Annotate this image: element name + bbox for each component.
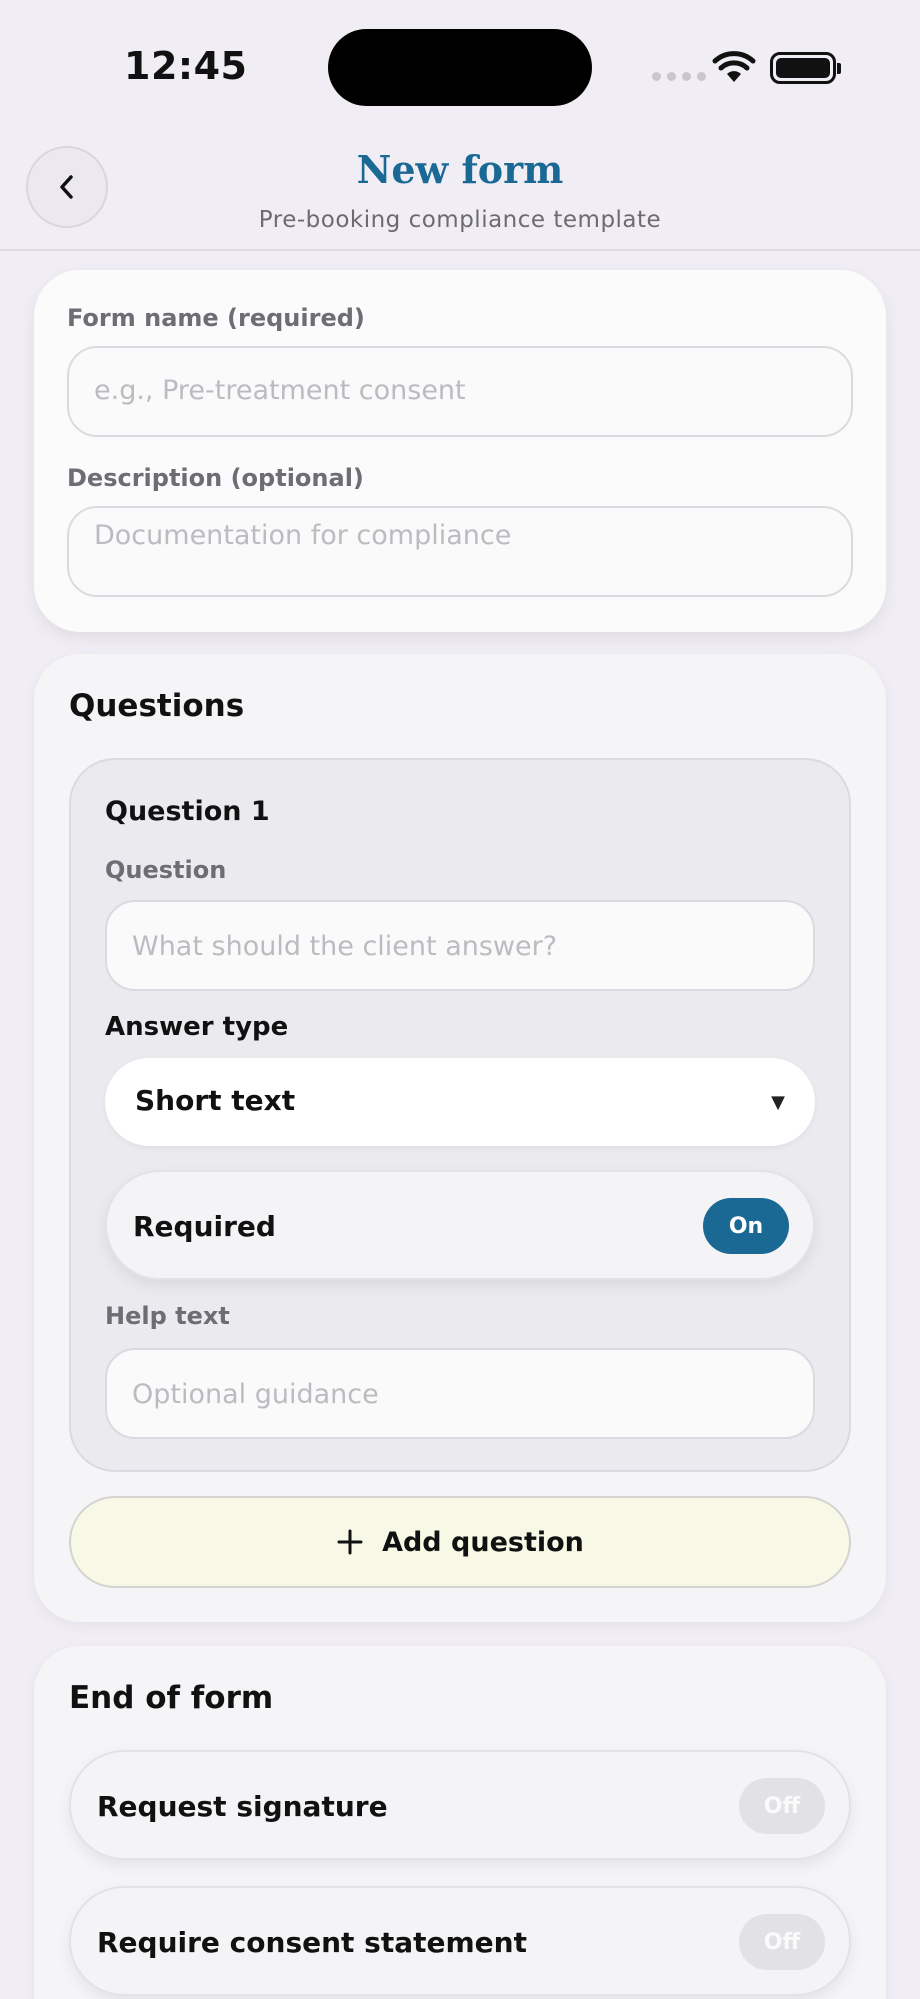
question-title: Question 1 xyxy=(105,796,270,827)
question-label: Question xyxy=(105,856,227,884)
questions-title: Questions xyxy=(69,688,245,724)
request-signature-row[interactable]: Request signature Off xyxy=(69,1750,851,1860)
answer-type-value: Short text xyxy=(135,1084,296,1117)
questions-card: Questions Question 1 Question What shoul… xyxy=(34,654,886,1622)
answer-type-label: Answer type xyxy=(105,1012,289,1042)
plus-icon xyxy=(337,1529,363,1555)
description-input[interactable]: Documentation for compliance xyxy=(67,506,853,597)
required-label: Required xyxy=(133,1210,276,1243)
description-label: Description (optional) xyxy=(67,464,364,492)
add-question-label: Add question xyxy=(382,1526,584,1558)
help-text-label: Help text xyxy=(105,1302,230,1330)
consent-statement-row[interactable]: Require consent statement Off xyxy=(69,1886,851,1996)
page-subtitle: Pre-booking compliance template xyxy=(258,207,662,233)
question-placeholder: What should the client answer? xyxy=(132,931,558,962)
required-toggle-row[interactable]: Required On xyxy=(105,1170,815,1280)
status-bar: 12:45 xyxy=(0,0,920,130)
page-title: New form xyxy=(356,147,564,192)
form-name-placeholder: e.g., Pre-treatment consent xyxy=(94,375,466,406)
help-text-placeholder: Optional guidance xyxy=(132,1379,379,1410)
status-time: 12:45 xyxy=(124,44,248,88)
question-input[interactable]: What should the client answer? xyxy=(105,900,815,991)
end-of-form-title: End of form xyxy=(69,1680,274,1716)
dynamic-island xyxy=(328,29,592,106)
header: New form Pre-booking compliance template xyxy=(0,130,920,251)
help-text-input[interactable]: Optional guidance xyxy=(105,1348,815,1439)
required-toggle[interactable]: On xyxy=(703,1198,789,1254)
form-name-input[interactable]: e.g., Pre-treatment consent xyxy=(67,346,853,437)
form-details-card: Form name (required) e.g., Pre-treatment… xyxy=(34,270,886,632)
end-of-form-card: End of form Request signature Off Requir… xyxy=(34,1646,886,1999)
request-signature-label: Request signature xyxy=(97,1790,388,1823)
question-item: Question 1 Question What should the clie… xyxy=(69,758,851,1472)
request-signature-toggle[interactable]: Off xyxy=(739,1778,825,1834)
wifi-icon xyxy=(712,51,756,82)
add-question-button[interactable]: Add question xyxy=(69,1496,851,1588)
cellular-signal-icon xyxy=(652,72,706,81)
consent-statement-toggle[interactable]: Off xyxy=(739,1914,825,1970)
description-placeholder: Documentation for compliance xyxy=(94,520,512,551)
caret-down-icon: ▼ xyxy=(771,1092,785,1113)
battery-icon xyxy=(770,52,841,84)
answer-type-select[interactable]: Short text ▼ xyxy=(105,1058,815,1146)
consent-statement-label: Require consent statement xyxy=(97,1926,527,1959)
form-name-label: Form name (required) xyxy=(67,304,365,332)
